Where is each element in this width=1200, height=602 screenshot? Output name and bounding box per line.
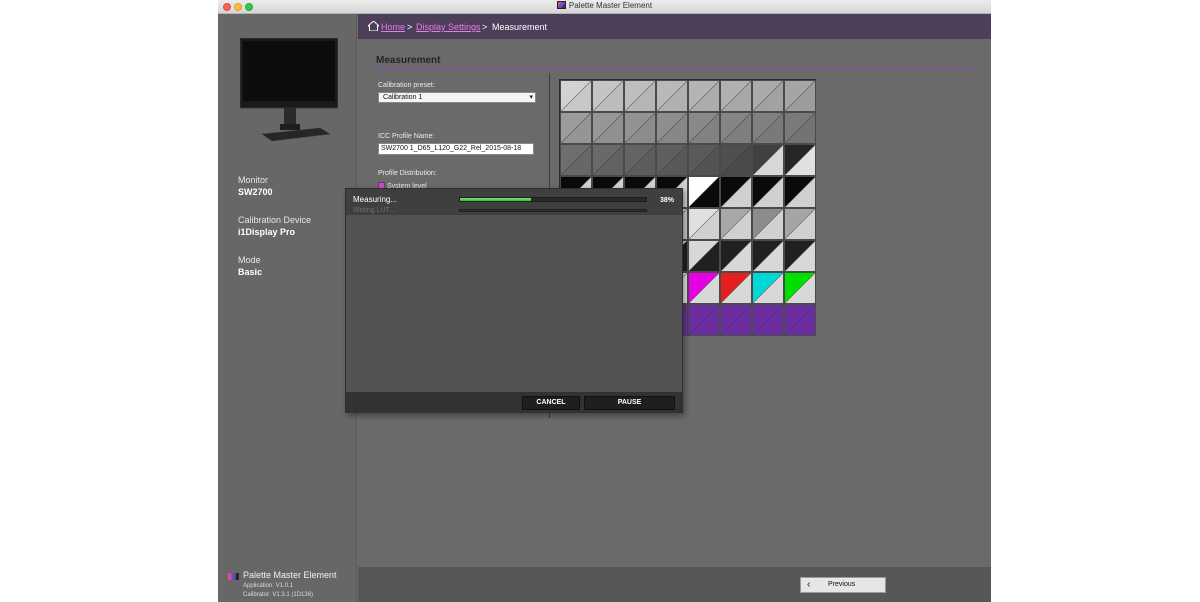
- color-patch: [752, 272, 784, 304]
- breadcrumb-display-settings-link[interactable]: Display Settings: [416, 22, 481, 32]
- writing-lut-status: Writing LUT...: [353, 207, 395, 214]
- footer-application-version: Application: V1.0.1: [243, 583, 294, 589]
- color-patch: [560, 112, 592, 144]
- window-title-wrap: Palette Master Element: [218, 1, 991, 10]
- color-patch: [688, 176, 720, 208]
- profile-distribution-label: Profile Distribution:: [378, 170, 437, 177]
- sidebar-footer: Palette Master Element Application: V1.0…: [228, 570, 358, 600]
- color-patch: [624, 112, 656, 144]
- color-patch: [656, 80, 688, 112]
- dialog-header: Measuring... Writing LUT... 38%: [346, 189, 682, 215]
- color-patch: [624, 80, 656, 112]
- color-patch: [592, 112, 624, 144]
- color-patch: [720, 80, 752, 112]
- secondary-progress-bar: [459, 209, 647, 212]
- color-patch: [784, 112, 816, 144]
- progress-dialog: Measuring... Writing LUT... 38% CANCEL P…: [345, 188, 683, 413]
- progress-bar: [459, 197, 647, 202]
- breadcrumb-home-link[interactable]: Home: [381, 22, 405, 32]
- color-patch: [688, 240, 720, 272]
- calibration-preset-value: Calibration 1: [383, 94, 423, 101]
- screen: Palette Master Element Monitor SW2700 Ca…: [0, 0, 1200, 602]
- color-patch: [784, 144, 816, 176]
- color-patch: [656, 112, 688, 144]
- monitor-label: Monitor: [238, 175, 269, 185]
- color-patch: [784, 304, 816, 336]
- color-patch: [720, 272, 752, 304]
- color-patch: [752, 144, 784, 176]
- calibration-preset-select[interactable]: Calibration 1 ▾: [378, 92, 536, 103]
- color-patch: [752, 304, 784, 336]
- breadcrumb-separator: >: [407, 22, 413, 32]
- home-icon[interactable]: [368, 21, 379, 31]
- calibration-device-label: Calibration Device: [238, 215, 312, 225]
- color-patch: [720, 240, 752, 272]
- color-patch: [624, 144, 656, 176]
- color-patch: [752, 176, 784, 208]
- calibration-device-value: i1Display Pro: [238, 227, 296, 237]
- color-patch: [688, 304, 720, 336]
- calibration-preset-label: Calibration preset:: [378, 82, 435, 89]
- measuring-status: Measuring...: [353, 195, 398, 204]
- section-divider: [374, 69, 974, 70]
- cancel-button[interactable]: CANCEL: [522, 396, 580, 410]
- color-patch: [752, 112, 784, 144]
- color-patch: [784, 176, 816, 208]
- app-icon: [556, 1, 566, 9]
- color-patch: [688, 208, 720, 240]
- icc-profile-label: ICC Profile Name:: [378, 133, 435, 140]
- color-patch: [560, 80, 592, 112]
- footer-calibrator-version: Calibrator: V1.3.1 (1D136): [243, 592, 314, 598]
- breadcrumb-current: Measurement: [492, 22, 548, 32]
- color-patch: [784, 80, 816, 112]
- mode-label: Mode: [238, 255, 261, 265]
- color-patch: [560, 144, 592, 176]
- color-patch: [688, 144, 720, 176]
- color-patch: [720, 144, 752, 176]
- color-patch: [752, 80, 784, 112]
- color-patch: [720, 304, 752, 336]
- breadcrumb: Home > Display Settings > Measurement: [358, 14, 991, 39]
- icc-profile-name-input[interactable]: SW2700 1_D65_L120_G22_Rel_2015-08-18: [378, 143, 534, 155]
- progress-bar-fill: [460, 198, 531, 201]
- chevron-down-icon: ▾: [529, 94, 533, 101]
- bottom-bar: ‹ Previous: [358, 567, 991, 602]
- color-patch: [592, 144, 624, 176]
- window-title: Palette Master Element: [568, 1, 653, 10]
- color-patch: [784, 272, 816, 304]
- color-patch: [752, 240, 784, 272]
- breadcrumb-separator: >: [482, 22, 488, 32]
- sidebar: Monitor SW2700 Calibration Device i1Disp…: [218, 14, 357, 602]
- progress-percent: 38%: [659, 197, 674, 204]
- dialog-footer: CANCEL PAUSE: [346, 392, 682, 413]
- color-patch: [688, 80, 720, 112]
- mode-value: Basic: [238, 267, 263, 277]
- pause-button[interactable]: PAUSE: [584, 396, 675, 410]
- page-title: Measurement: [376, 55, 441, 66]
- color-patch: [592, 80, 624, 112]
- color-patch: [688, 112, 720, 144]
- previous-button-label: Previous: [828, 581, 856, 588]
- color-patch: [720, 176, 752, 208]
- chevron-left-icon: ‹: [807, 579, 811, 590]
- footer-app-name: Palette Master Element: [243, 570, 337, 580]
- color-patch: [784, 240, 816, 272]
- color-patch: [784, 208, 816, 240]
- color-patch: [688, 272, 720, 304]
- color-patch: [752, 208, 784, 240]
- previous-button[interactable]: ‹ Previous: [800, 577, 886, 593]
- color-patch: [720, 208, 752, 240]
- title-bar: Palette Master Element: [218, 0, 991, 14]
- color-patch: [720, 112, 752, 144]
- app-logo-icon: [228, 573, 239, 580]
- color-patch: [656, 144, 688, 176]
- monitor-value: SW2700: [238, 187, 273, 197]
- monitor-image: [240, 38, 338, 142]
